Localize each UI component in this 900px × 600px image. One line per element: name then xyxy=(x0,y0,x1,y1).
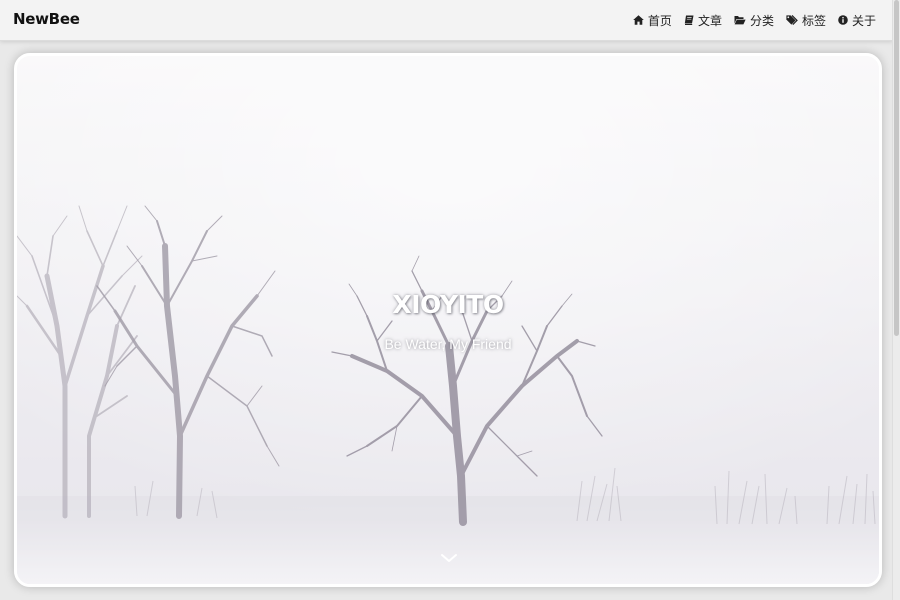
page-scrollbar[interactable] xyxy=(892,0,900,600)
chevron-down-icon xyxy=(441,554,457,562)
book-icon xyxy=(684,15,694,25)
nav-item-label: 文章 xyxy=(697,13,722,28)
nav-item-label: 关于 xyxy=(851,13,876,28)
main-nav: 首页 文章 分类 标签 关于 xyxy=(633,0,876,40)
nav-item-categories[interactable]: 分类 xyxy=(734,12,774,29)
top-navbar: NewBee 首页 文章 分类 标签 关于 xyxy=(0,0,893,41)
scrollbar-thumb[interactable] xyxy=(894,0,899,336)
nav-item-tags[interactable]: 标签 xyxy=(786,12,826,29)
nav-item-articles[interactable]: 文章 xyxy=(684,12,722,29)
foggy-winter-trees-illustration xyxy=(17,56,879,584)
scroll-down-button[interactable] xyxy=(439,551,459,565)
hero-banner: XIOYITO Be Water, My Friend xyxy=(14,53,882,587)
brand-logo[interactable]: NewBee xyxy=(13,10,80,28)
nav-item-label: 首页 xyxy=(647,13,672,28)
nav-item-label: 分类 xyxy=(749,13,774,28)
tags-icon xyxy=(786,15,798,25)
folder-open-icon xyxy=(734,15,746,25)
hero-subtitle: Be Water, My Friend xyxy=(384,336,512,352)
hero-title: XIOYITO xyxy=(392,290,504,319)
nav-item-home[interactable]: 首页 xyxy=(633,12,672,29)
nav-item-label: 标签 xyxy=(801,13,826,28)
nav-item-about[interactable]: 关于 xyxy=(838,12,876,29)
home-icon xyxy=(633,15,644,25)
info-circle-icon xyxy=(838,15,848,25)
